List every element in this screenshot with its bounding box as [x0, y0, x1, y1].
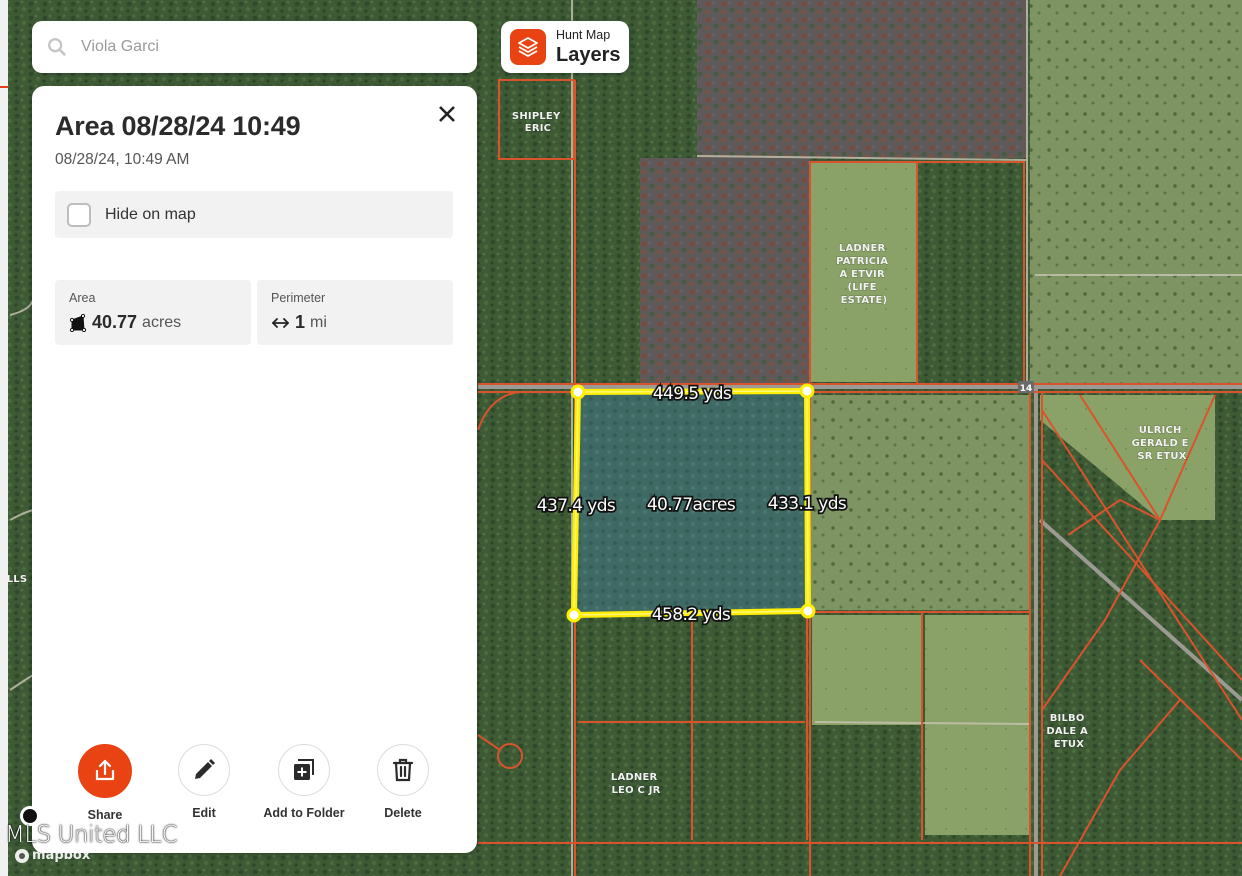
share-button[interactable]: Share	[55, 744, 155, 822]
search-bar[interactable]	[32, 21, 477, 73]
edge-length-top: 449.5 yds	[653, 384, 732, 404]
action-bar: Share Edit Add to Folder Delete	[32, 744, 477, 824]
parcel-label-edge: LLS	[8, 574, 27, 585]
left-edge-strip	[0, 0, 8, 876]
terrain-pasture-se2	[925, 615, 1030, 835]
share-upload-icon	[95, 759, 115, 781]
hide-on-map-toggle[interactable]: Hide on map	[55, 191, 453, 238]
add-to-folder-button[interactable]: Add to Folder	[254, 744, 354, 820]
area-stat-unit: acres	[142, 313, 182, 331]
parcel-label-ulrich: ULRICH GERALD E SR ETUX	[1132, 425, 1193, 462]
vertex-handle-ne[interactable]	[799, 383, 815, 399]
perimeter-stat: Perimeter 1 mi	[257, 280, 453, 345]
panel-timestamp: 08/28/24, 10:49 AM	[55, 151, 190, 168]
delete-button-circle[interactable]	[377, 744, 429, 796]
parcel-label-ladner-patricia: LADNER PATRICIA A ETVIR (LIFE ESTATE)	[836, 243, 892, 306]
add-to-folder-button-label: Add to Folder	[263, 806, 345, 820]
perimeter-stat-value: 1	[295, 312, 306, 332]
layers-button-sublabel: Hunt Map	[556, 28, 611, 43]
pencil-icon	[195, 759, 215, 779]
layers-icon	[510, 29, 546, 65]
edge-length-bottom: 458.2 yds	[652, 605, 731, 625]
search-icon	[48, 38, 66, 56]
close-button[interactable]	[434, 101, 460, 127]
area-label: 40.77acres	[647, 495, 736, 515]
vertex-handle-sw[interactable]	[566, 607, 582, 623]
road-label: 14	[1020, 384, 1033, 394]
add-to-folder-icon	[294, 759, 314, 780]
search-input[interactable]	[79, 37, 443, 57]
share-button-label: Share	[87, 808, 123, 822]
area-polygon-icon	[69, 313, 87, 332]
edit-button[interactable]: Edit	[154, 744, 254, 820]
area-detail-panel: Area 08/28/24 10:49 08/28/24, 10:49 AM H…	[32, 86, 477, 853]
hide-on-map-checkbox[interactable]	[67, 202, 91, 227]
terrain-pasture-se1	[812, 615, 922, 725]
trash-icon	[392, 758, 414, 782]
edge-length-right: 433.1 yds	[768, 494, 847, 514]
perimeter-stat-label: Perimeter	[271, 291, 326, 305]
edit-button-circle[interactable]	[178, 744, 230, 796]
share-button-circle[interactable]	[78, 744, 132, 798]
mapbox-logo-icon	[15, 848, 29, 863]
terrain-burn-mid	[640, 158, 810, 383]
terrain-field-ne	[1030, 0, 1242, 385]
perimeter-stat-unit: mi	[310, 313, 327, 331]
accent-line	[0, 86, 8, 88]
area-stat: Area 40.77 acres	[55, 280, 251, 345]
vertex-handle-nw[interactable]	[570, 384, 586, 400]
mls-watermark: MLS United LLC	[5, 822, 178, 848]
delete-button-label: Delete	[384, 806, 422, 820]
add-to-folder-button-circle[interactable]	[278, 744, 330, 796]
panel-title: Area 08/28/24 10:49	[55, 111, 301, 141]
area-stat-value: 40.77	[92, 312, 138, 332]
area-stat-label: Area	[69, 291, 96, 305]
left-right-arrow-icon	[271, 317, 290, 329]
layers-button-label: Layers	[556, 43, 621, 66]
edge-length-left: 437.4 yds	[537, 496, 616, 516]
edit-button-label: Edit	[192, 806, 216, 820]
terrain-burn-north	[697, 0, 1027, 158]
delete-button[interactable]: Delete	[353, 744, 453, 820]
measured-area-polygon[interactable]: 449.5 yds 433.1 yds 458.2 yds 437.4 yds …	[535, 382, 849, 627]
layers-button[interactable]: Hunt Map Layers	[501, 21, 629, 73]
mapbox-attribution-text: mapbox	[32, 848, 91, 863]
mapbox-attribution[interactable]: mapbox	[15, 848, 90, 863]
vertex-handle-se[interactable]	[800, 603, 816, 619]
close-icon	[439, 106, 455, 122]
hide-on-map-label: Hide on map	[105, 205, 196, 223]
